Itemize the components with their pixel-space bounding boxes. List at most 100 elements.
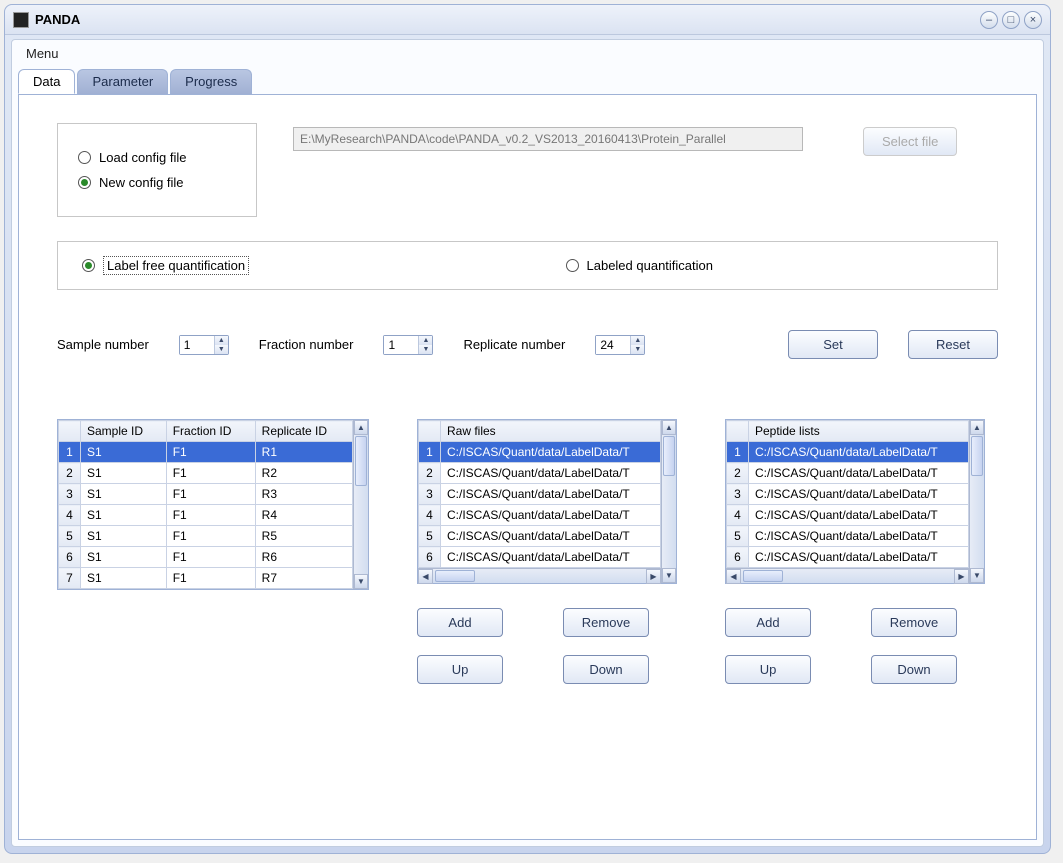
table-row[interactable]: 7 S1 F1 R7 (59, 568, 353, 589)
fraction-number-input[interactable] (384, 336, 418, 354)
scrollbar-thumb[interactable] (355, 436, 367, 486)
table-row[interactable]: 4 C:/ISCAS/Quant/data/LabelData/T (727, 505, 969, 526)
table-header-replicate-id[interactable]: Replicate ID (255, 421, 352, 442)
radio-new-config[interactable]: New config file (78, 175, 236, 190)
close-button[interactable]: × (1024, 11, 1042, 29)
radio-label-free[interactable]: Label free quantification (82, 256, 249, 275)
table-row[interactable]: 1 S1 F1 R1 (59, 442, 353, 463)
spinner-down-icon[interactable]: ▼ (215, 345, 228, 354)
table-header-fraction-id[interactable]: Fraction ID (166, 421, 255, 442)
cell-file-path: C:/ISCAS/Quant/data/LabelData/T (749, 505, 969, 526)
config-path-input[interactable]: E:\MyResearch\PANDA\code\PANDA_v0.2_VS20… (293, 127, 803, 151)
horizontal-scrollbar[interactable]: ◀ ▶ (418, 568, 661, 583)
numbers-row: Sample number ▲▼ Fraction number ▲▼ Repl… (57, 330, 998, 359)
menu-item-menu[interactable]: Menu (26, 46, 59, 61)
peptide-down-button[interactable]: Down (871, 655, 957, 684)
tab-progress[interactable]: Progress (170, 69, 252, 94)
scrollbar-thumb[interactable] (971, 436, 983, 476)
table-row[interactable]: 4 S1 F1 R4 (59, 505, 353, 526)
replicate-number-input[interactable] (596, 336, 630, 354)
table-row[interactable]: 3 C:/ISCAS/Quant/data/LabelData/T (727, 484, 969, 505)
row-index: 4 (59, 505, 81, 526)
raw-add-button[interactable]: Add (417, 608, 503, 637)
scroll-up-icon[interactable]: ▲ (354, 420, 368, 435)
table-row[interactable]: 6 C:/ISCAS/Quant/data/LabelData/T (419, 547, 661, 568)
fraction-number-spinner[interactable]: ▲▼ (383, 335, 433, 355)
scrollbar-thumb[interactable] (743, 570, 783, 582)
cell-fraction-id: F1 (166, 505, 255, 526)
scrollbar-thumb[interactable] (663, 436, 675, 476)
cell-replicate-id: R6 (255, 547, 352, 568)
spinner-up-icon[interactable]: ▲ (631, 336, 644, 345)
radio-labeled-label: Labeled quantification (587, 258, 714, 273)
radio-icon (82, 259, 95, 272)
scroll-down-icon[interactable]: ▼ (354, 574, 368, 589)
samples-table[interactable]: Sample ID Fraction ID Replicate ID 1 S1 … (57, 419, 369, 590)
peptide-lists-table[interactable]: Peptide lists 1 C:/ISCAS/Quant/data/Labe… (725, 419, 985, 584)
cell-sample-id: S1 (81, 463, 167, 484)
raw-down-button[interactable]: Down (563, 655, 649, 684)
raw-up-button[interactable]: Up (417, 655, 503, 684)
cell-sample-id: S1 (81, 568, 167, 589)
scroll-down-icon[interactable]: ▼ (970, 568, 984, 583)
scroll-up-icon[interactable]: ▲ (970, 420, 984, 435)
select-file-button[interactable]: Select file (863, 127, 957, 156)
table-row[interactable]: 4 C:/ISCAS/Quant/data/LabelData/T (419, 505, 661, 526)
peptide-remove-button[interactable]: Remove (871, 608, 957, 637)
table-row[interactable]: 6 C:/ISCAS/Quant/data/LabelData/T (727, 547, 969, 568)
scroll-down-icon[interactable]: ▼ (662, 568, 676, 583)
tab-data[interactable]: Data (18, 69, 75, 94)
radio-load-config[interactable]: Load config file (78, 150, 236, 165)
vertical-scrollbar[interactable]: ▲ ▼ (353, 420, 368, 589)
raw-files-table[interactable]: Raw files 1 C:/ISCAS/Quant/data/LabelDat… (417, 419, 677, 584)
spinner-up-icon[interactable]: ▲ (215, 336, 228, 345)
sample-number-input[interactable] (180, 336, 214, 354)
radio-labeled[interactable]: Labeled quantification (566, 258, 714, 273)
table-row[interactable]: 3 S1 F1 R3 (59, 484, 353, 505)
spinner-down-icon[interactable]: ▼ (631, 345, 644, 354)
table-row[interactable]: 6 S1 F1 R6 (59, 547, 353, 568)
table-row[interactable]: 5 C:/ISCAS/Quant/data/LabelData/T (727, 526, 969, 547)
scroll-right-icon[interactable]: ▶ (954, 569, 969, 584)
table-row[interactable]: 5 S1 F1 R5 (59, 526, 353, 547)
row-index: 1 (727, 442, 749, 463)
table-row[interactable]: 1 C:/ISCAS/Quant/data/LabelData/T (419, 442, 661, 463)
row-index: 5 (419, 526, 441, 547)
row-index: 7 (59, 568, 81, 589)
reset-button[interactable]: Reset (908, 330, 998, 359)
table-header-raw-files[interactable]: Raw files (441, 421, 661, 442)
table-row[interactable]: 5 C:/ISCAS/Quant/data/LabelData/T (419, 526, 661, 547)
spinner-down-icon[interactable]: ▼ (419, 345, 432, 354)
peptide-add-button[interactable]: Add (725, 608, 811, 637)
sample-number-spinner[interactable]: ▲▼ (179, 335, 229, 355)
cell-replicate-id: R5 (255, 526, 352, 547)
tab-parameter[interactable]: Parameter (77, 69, 168, 94)
spinner-up-icon[interactable]: ▲ (419, 336, 432, 345)
table-row[interactable]: 2 C:/ISCAS/Quant/data/LabelData/T (727, 463, 969, 484)
cell-fraction-id: F1 (166, 463, 255, 484)
cell-file-path: C:/ISCAS/Quant/data/LabelData/T (441, 484, 661, 505)
scroll-left-icon[interactable]: ◀ (418, 569, 433, 584)
table-header-peptide-lists[interactable]: Peptide lists (749, 421, 969, 442)
scrollbar-thumb[interactable] (435, 570, 475, 582)
table-row[interactable]: 2 S1 F1 R2 (59, 463, 353, 484)
scroll-right-icon[interactable]: ▶ (646, 569, 661, 584)
vertical-scrollbar[interactable]: ▲ ▼ (661, 420, 676, 583)
table-header-sample-id[interactable]: Sample ID (81, 421, 167, 442)
maximize-button[interactable]: □ (1002, 11, 1020, 29)
replicate-number-spinner[interactable]: ▲▼ (595, 335, 645, 355)
raw-remove-button[interactable]: Remove (563, 608, 649, 637)
peptide-up-button[interactable]: Up (725, 655, 811, 684)
table-row[interactable]: 3 C:/ISCAS/Quant/data/LabelData/T (419, 484, 661, 505)
minimize-button[interactable]: – (980, 11, 998, 29)
horizontal-scrollbar[interactable]: ◀ ▶ (726, 568, 969, 583)
table-row[interactable]: 2 C:/ISCAS/Quant/data/LabelData/T (419, 463, 661, 484)
table-header-index (727, 421, 749, 442)
scroll-up-icon[interactable]: ▲ (662, 420, 676, 435)
row-index: 1 (59, 442, 81, 463)
set-button[interactable]: Set (788, 330, 878, 359)
table-row[interactable]: 1 C:/ISCAS/Quant/data/LabelData/T (727, 442, 969, 463)
scroll-left-icon[interactable]: ◀ (726, 569, 741, 584)
sample-number-label: Sample number (57, 337, 149, 352)
vertical-scrollbar[interactable]: ▲ ▼ (969, 420, 984, 583)
